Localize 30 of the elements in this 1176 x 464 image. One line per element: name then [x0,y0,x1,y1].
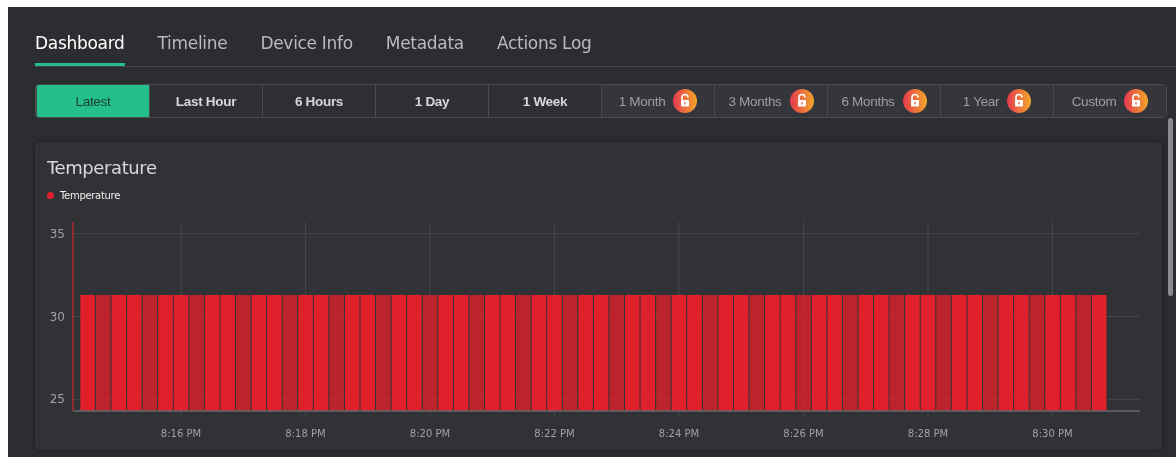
range-button[interactable]: Custom [1053,85,1166,117]
x-tick-label: 8:28 PM [907,428,949,439]
tab[interactable]: Metadata [385,7,464,66]
chart-title: Temperature [47,157,157,178]
x-tick-label: 8:16 PM [160,428,202,439]
y-tick-label: 30 [49,309,65,324]
x-tick-label: 8:18 PM [285,428,326,439]
scrollbar-thumb[interactable] [1168,118,1173,296]
lock-icon [902,89,927,113]
x-tick-label: 8:26 PM [783,428,824,439]
range-button[interactable]: 3 Months [714,85,827,117]
lock-icon [673,89,698,113]
legend-label: Temperature [60,190,121,201]
x-tick-label: 8:22 PM [534,428,575,439]
range-button[interactable]: Latest [36,85,149,117]
x-tick-label: 8:24 PM [658,428,700,439]
tab[interactable]: Actions Log [496,7,592,66]
lock-icon [789,89,814,113]
x-tick-label: 8:20 PM [409,428,451,439]
y-tick-label: 35 [49,226,65,241]
range-button[interactable]: 1 Year [940,85,1053,117]
lock-icon [1124,89,1149,113]
range-button[interactable]: 6 Months [827,85,940,117]
range-button[interactable]: 1 Month [601,85,714,117]
tab[interactable]: Device Info [260,7,353,66]
lock-icon [1007,89,1032,113]
tab[interactable]: Timeline [157,7,228,66]
x-tick-label: 8:30 PM [1032,428,1073,439]
y-tick-label: 25 [49,392,65,407]
tab[interactable]: Dashboard [35,7,125,66]
